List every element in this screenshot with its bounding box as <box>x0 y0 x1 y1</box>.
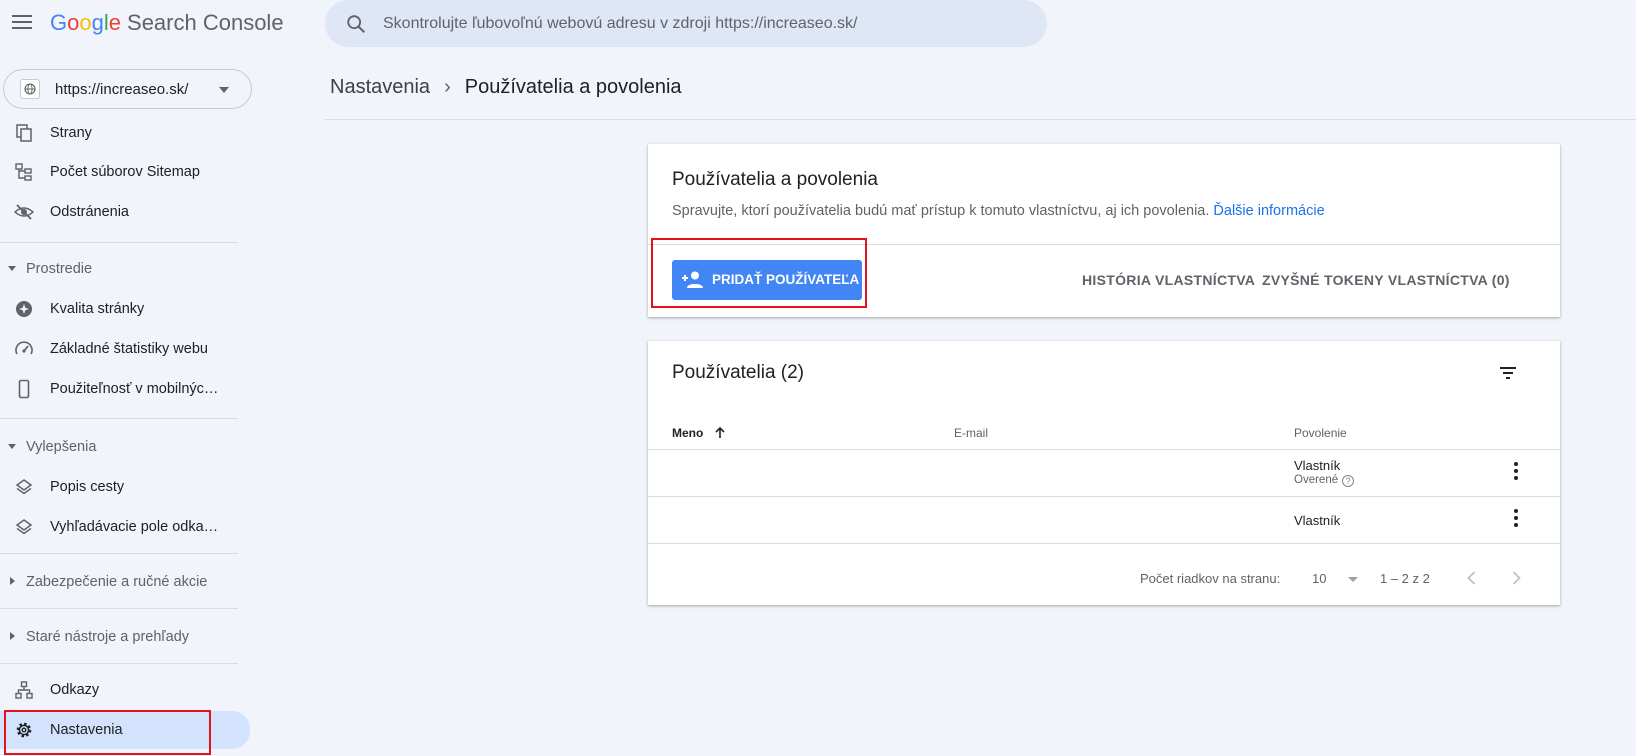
sidebar-divider <box>0 663 238 664</box>
users-title: Používatelia (2) <box>672 362 805 383</box>
layers-icon <box>15 519 33 535</box>
sidebar-item-page-experience[interactable]: Kvalita stránky <box>0 291 250 327</box>
learn-more-link[interactable]: Ďalšie informácie <box>1213 203 1324 219</box>
expand-icon <box>10 632 15 640</box>
expand-icon <box>10 577 15 585</box>
column-header-label: Meno <box>672 426 704 440</box>
pages-icon <box>16 124 32 142</box>
search-input[interactable] <box>383 0 1023 47</box>
chevron-down-icon <box>219 87 229 93</box>
section-label: Prostredie <box>26 261 93 277</box>
sidebar-item-links[interactable]: Odkazy <box>0 672 250 708</box>
help-icon[interactable]: ? <box>1342 475 1355 487</box>
sidebar-item-label: Strany <box>50 125 92 141</box>
breadcrumb-separator: › <box>444 76 451 98</box>
ownership-history-button[interactable]: HISTÓRIA VLASTNÍCTVA <box>1082 272 1255 288</box>
pagination-range: 1 – 2 z 2 <box>1380 571 1430 586</box>
sidebar-item-label: Základné štatistiky webu <box>50 341 208 357</box>
removals-icon <box>14 204 34 220</box>
row-divider <box>648 449 1560 450</box>
logo-letter: o <box>67 10 80 35</box>
links-icon <box>15 681 33 699</box>
permission-cell: Vlastník <box>1294 513 1341 528</box>
logo-letter: G <box>50 10 68 35</box>
property-selector[interactable]: https://increaseo.sk/ <box>3 69 252 109</box>
layers-icon <box>15 479 33 495</box>
sidebar-section-experience[interactable]: Prostredie <box>0 254 250 284</box>
section-label: Staré nástroje a prehľady <box>26 629 190 645</box>
description-text: Spravujte, ktorí používatelia budú mať p… <box>672 203 1210 219</box>
sidebar-section-legacy[interactable]: Staré nástroje a prehľady <box>0 622 250 652</box>
sitemap-icon <box>15 163 32 181</box>
chevron-left-icon[interactable] <box>1460 566 1484 590</box>
page-title: Používatelia a povolenia <box>464 76 682 98</box>
logo-letter: o <box>79 10 92 35</box>
card-description: Spravujte, ktorí používatelia budú mať p… <box>672 203 1325 219</box>
product-name: Search Console <box>127 10 284 35</box>
sidebar-item-label: Kvalita stránky <box>50 301 145 317</box>
sidebar-item-removals[interactable]: Odstránenia <box>0 194 250 230</box>
app-logo[interactable]: Google Search Console <box>50 10 284 36</box>
sidebar-item-label: Použiteľnosť v mobilnýc… <box>50 381 219 397</box>
sidebar-item-sitelinks-searchbox[interactable]: Vyhľadávacie pole odka… <box>0 509 250 545</box>
chevron-down-icon <box>1348 577 1358 582</box>
sidebar-section-security[interactable]: Zabezpečenie a ručné akcie <box>0 567 250 597</box>
sidebar-item-mobile-usability[interactable]: Použiteľnosť v mobilnýc… <box>0 371 250 407</box>
expand-icon <box>8 444 16 449</box>
section-label: Zabezpečenie a ručné akcie <box>26 574 208 590</box>
column-header-email: E-mail <box>954 426 989 440</box>
sidebar-item-pages[interactable]: Strany <box>0 115 250 151</box>
chevron-right-icon[interactable] <box>1504 566 1528 590</box>
column-header-name[interactable]: Meno <box>672 426 727 440</box>
more-vert-icon[interactable] <box>1504 459 1528 483</box>
row-divider <box>648 543 1560 544</box>
sidebar-divider <box>0 608 238 609</box>
sidebar-divider <box>0 418 238 419</box>
url-inspection-search[interactable] <box>325 0 1047 47</box>
sidebar-item-breadcrumbs[interactable]: Popis cesty <box>0 469 250 505</box>
sidebar-item-core-web-vitals[interactable]: Základné štatistiky webu <box>0 331 250 367</box>
rows-per-page-label: Počet riadkov na stranu: <box>1140 571 1281 586</box>
section-label: Vylepšenia <box>26 439 97 455</box>
globe-icon <box>20 79 40 99</box>
card-title: Používatelia a povolenia <box>672 169 878 190</box>
breadcrumb: Nastavenia › Používatelia a povolenia <box>330 76 682 99</box>
expand-icon <box>8 266 16 271</box>
more-vert-icon[interactable] <box>1504 506 1528 530</box>
sidebar-item-label: Počet súborov Sitemap <box>50 164 200 180</box>
verification-status: Overené? <box>1294 474 1355 487</box>
arrow-up-icon <box>715 426 725 438</box>
breadcrumb-settings-link[interactable]: Nastavenia <box>330 76 430 98</box>
rows-per-page-value: 10 <box>1312 571 1327 586</box>
logo-letter: e <box>108 10 122 35</box>
filter-icon[interactable] <box>1496 361 1520 385</box>
ownership-tokens-button[interactable]: ZVYŠNÉ TOKENY VLASTNÍCTVA (0) <box>1262 272 1510 288</box>
search-icon[interactable] <box>345 13 367 35</box>
sidebar-item-label: Odkazy <box>50 682 100 698</box>
row-divider <box>648 496 1560 497</box>
permission-cell: Vlastník <box>1294 458 1341 473</box>
sidebar-item-label: Vyhľadávacie pole odka… <box>50 519 219 535</box>
top-bar: Google Search Console <box>0 0 1636 48</box>
logo-letter: g <box>91 10 104 35</box>
property-url: https://increaseo.sk/ <box>55 81 189 98</box>
mobile-icon <box>18 379 30 399</box>
sidebar-item-label: Odstránenia <box>50 204 129 220</box>
sidebar-divider <box>0 242 238 243</box>
highlight-frame <box>4 710 211 755</box>
sidebar-item-label: Popis cesty <box>50 479 125 495</box>
users-card: Používatelia (2) Meno E-mail Povolenie V… <box>648 341 1560 605</box>
highlight-frame <box>651 238 867 308</box>
rows-per-page-select[interactable]: 10 <box>1312 567 1368 589</box>
header-divider <box>325 119 1636 120</box>
sidebar-section-enhancements[interactable]: Vylepšenia <box>0 432 250 462</box>
main-menu-icon[interactable] <box>12 15 32 31</box>
sidebar-divider <box>0 553 238 554</box>
page-experience-icon <box>16 301 32 317</box>
column-header-permission: Povolenie <box>1294 426 1347 440</box>
sidebar-item-sitemaps[interactable]: Počet súborov Sitemap <box>0 154 250 190</box>
speedometer-icon <box>15 341 33 355</box>
status-text: Overené <box>1294 474 1339 486</box>
